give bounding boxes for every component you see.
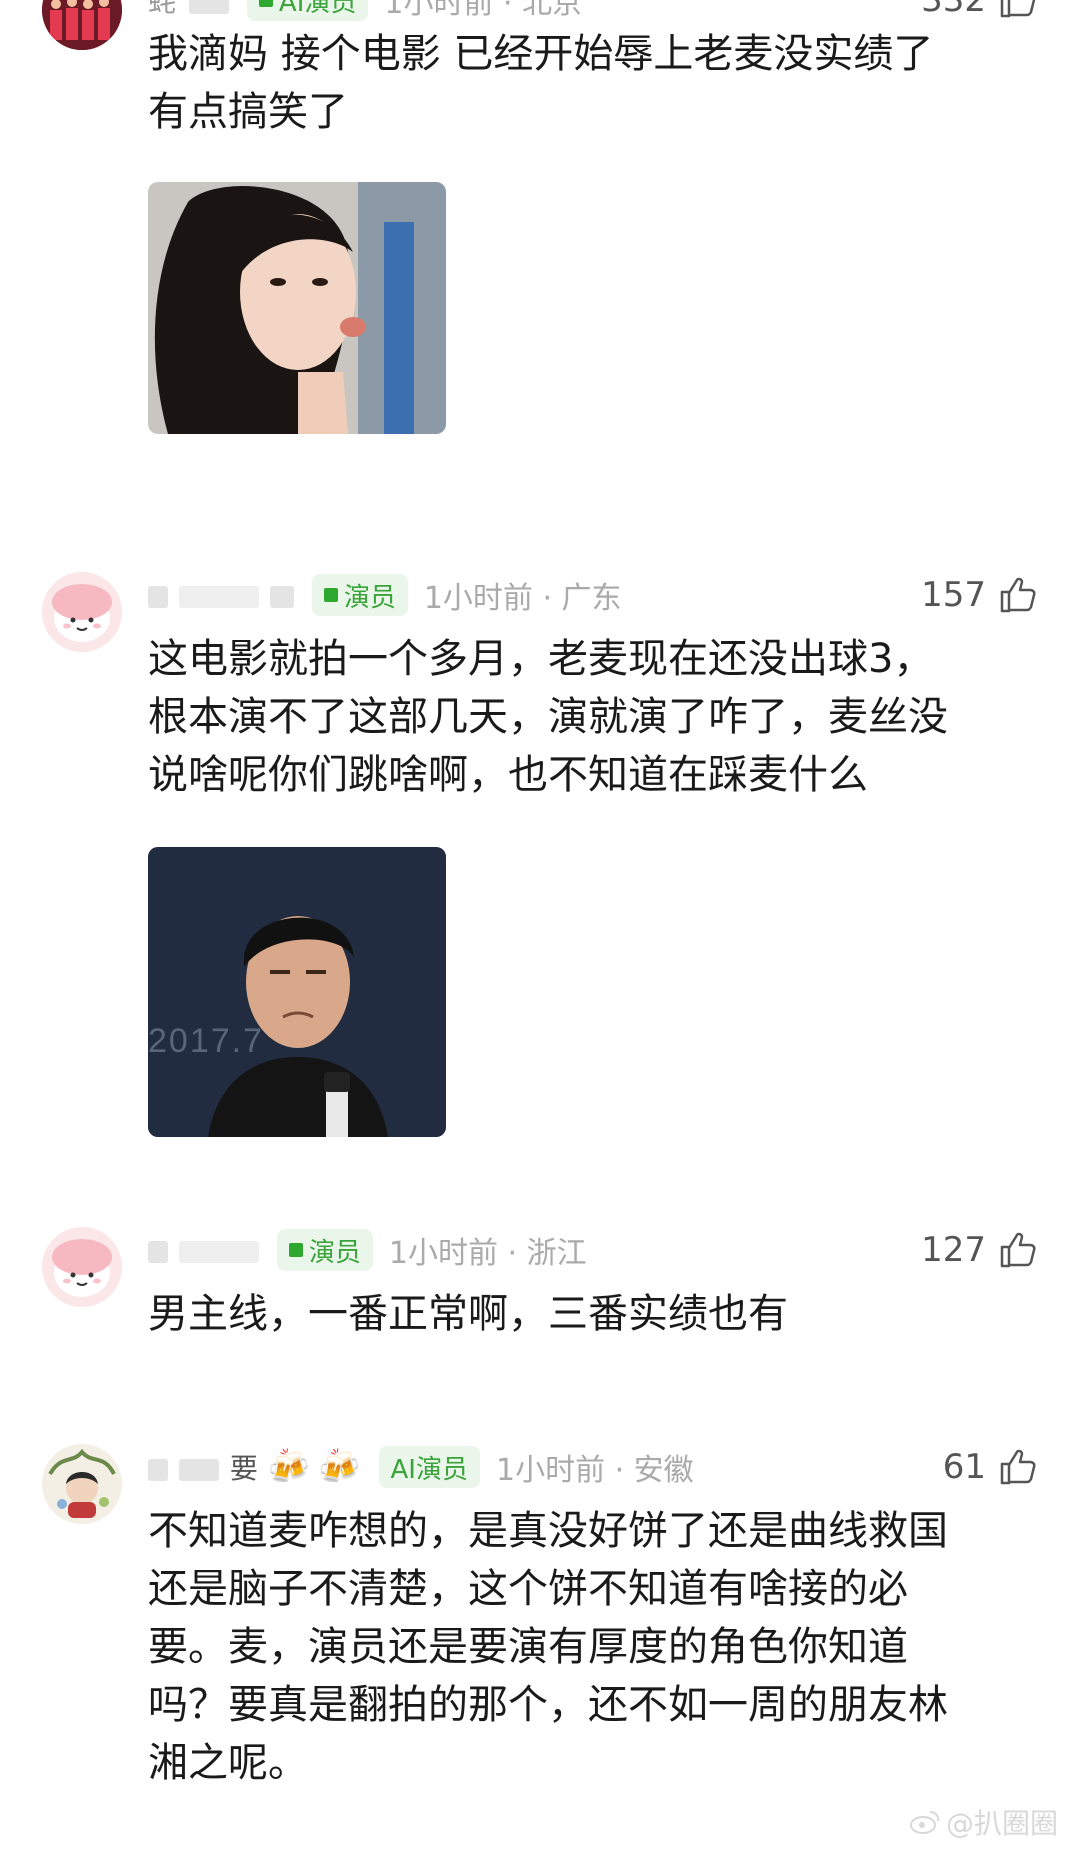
username[interactable]: 要	[148, 1447, 260, 1487]
like-button[interactable]: 61	[943, 1442, 1038, 1492]
like-button[interactable]: 157	[921, 570, 1038, 620]
comment-image[interactable]: 2017.7	[148, 847, 446, 1137]
like-count: 157	[921, 575, 986, 615]
avatar[interactable]	[42, 0, 122, 50]
avatar[interactable]	[42, 572, 122, 652]
badge-icon	[258, 0, 273, 7]
badge-icon	[288, 1243, 303, 1257]
badge-actor: 演员	[276, 1229, 373, 1271]
badge-ai-actor: AI演员	[246, 0, 369, 21]
time-location: 1小时前 · 北京	[384, 0, 583, 21]
comment-line: 吗？要真是翻拍的那个，还不如一周的朋友林	[148, 1682, 948, 1728]
thumbs-up-icon	[1000, 1232, 1036, 1268]
comment-text: 我滴妈 接个电影 已经开始辱上老麦没实绩了 有点搞笑了	[148, 25, 1028, 141]
comment-line: 要。麦，演员还是要演有厚度的角色你知道	[148, 1624, 908, 1670]
thumbs-up-icon	[1000, 1449, 1036, 1485]
like-button[interactable]: 127	[921, 1225, 1038, 1275]
image-caption: 2017.7	[148, 1022, 264, 1060]
badge-icon	[323, 588, 338, 602]
username[interactable]	[148, 1234, 259, 1267]
comment-line: 说啥呢你们跳啥啊，也不知道在踩麦什么	[148, 752, 868, 798]
comment-line: 不知道麦咋想的，是真没好饼了还是曲线救国	[148, 1508, 948, 1554]
comment-text: 男主线，一番正常啊，三番实绩也有	[148, 1285, 1028, 1343]
comment-text: 不知道麦咋想的，是真没好饼了还是曲线救国 还是脑子不清楚，这个饼不知道有啥接的必…	[148, 1502, 1028, 1792]
comment-line: 湘之呢。	[148, 1740, 308, 1786]
like-count: 61	[942, 1447, 986, 1487]
comment-image[interactable]	[148, 182, 446, 434]
watermark: @扒圈圈	[909, 1802, 1058, 1842]
comment-text: 这电影就拍一个多月，老麦现在还没出球3， 根本演不了这部几天，演就演了咋了，麦丝…	[148, 630, 1028, 804]
comment-line: 我滴妈 接个电影 已经开始辱上老麦没实绩了	[148, 31, 934, 77]
thumbs-up-icon	[1000, 577, 1036, 613]
comment-meta: 蚝 AI演员 1小时前 · 北京	[148, 0, 582, 25]
beer-icon: 🍻	[318, 1447, 361, 1487]
badge-actor: 演员	[311, 574, 408, 616]
thumbs-up-icon	[1000, 0, 1036, 18]
avatar[interactable]	[42, 1227, 122, 1307]
time-location: 1小时前 · 广东	[423, 581, 622, 616]
comment-line: 还是脑子不清楚，这个饼不知道有啥接的必	[148, 1566, 908, 1612]
avatar[interactable]	[42, 1444, 122, 1524]
comment-line: 有点搞笑了	[148, 89, 348, 135]
badge-ai-actor: AI演员	[378, 1446, 480, 1488]
like-count: 332	[921, 0, 986, 20]
like-count: 127	[921, 1230, 986, 1270]
like-button[interactable]: 332	[921, 0, 1038, 25]
comment-meta: 演员 1小时前 · 广东	[148, 570, 622, 620]
weibo-logo-icon	[909, 1811, 940, 1834]
watermark-text: @扒圈圈	[945, 1807, 1058, 1840]
time-location: 1小时前 · 浙江	[388, 1236, 587, 1271]
comment-line: 男主线，一番正常啊，三番实绩也有	[148, 1291, 788, 1337]
comment-line: 这电影就拍一个多月，老麦现在还没出球3，	[148, 636, 934, 682]
username[interactable]	[148, 579, 294, 612]
comment-line: 根本演不了这部几天，演就演了咋了，麦丝没	[148, 694, 948, 740]
time-location: 1小时前 · 安徽	[495, 1453, 694, 1488]
beer-icon: 🍻	[267, 1447, 311, 1487]
username[interactable]: 蚝	[148, 0, 229, 20]
comment-meta: 演员 1小时前 · 浙江	[148, 1225, 587, 1275]
comment-meta: 要 🍻 🍻 AI演员 1小时前 · 安徽	[148, 1442, 694, 1492]
